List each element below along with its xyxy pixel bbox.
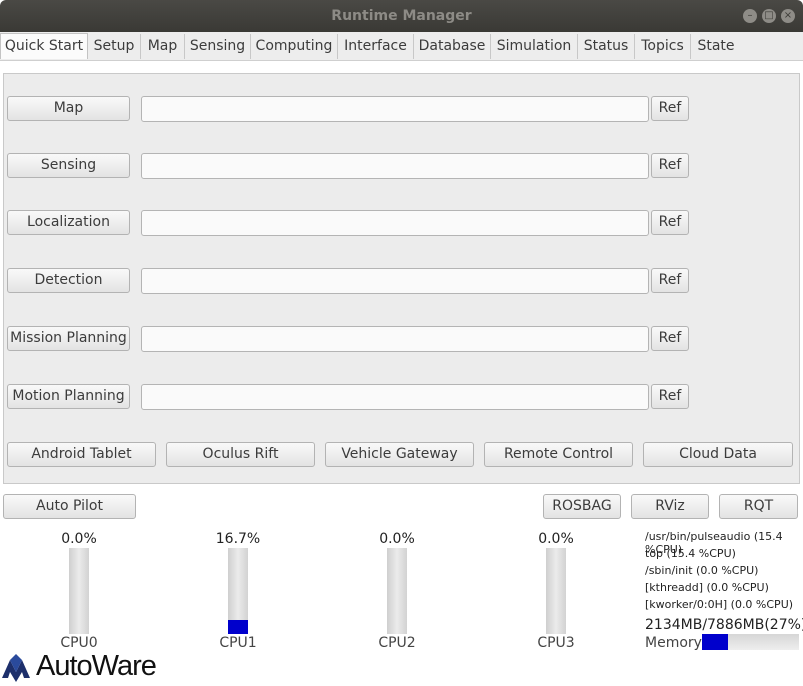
rosbag-button[interactable]: ROSBAG [543, 494, 621, 519]
android-tablet-button[interactable]: Android Tablet [7, 442, 156, 467]
sensing-path-field[interactable] [141, 153, 649, 179]
autoware-logo-icon [2, 654, 30, 682]
tab-map[interactable]: Map [141, 34, 185, 59]
mission-planning-ref-button[interactable]: Ref [651, 326, 689, 351]
map-button[interactable]: Map [7, 96, 130, 121]
autoware-logo: AutoWare [0, 650, 190, 685]
tab-topics[interactable]: Topics [635, 34, 691, 59]
tab-setup[interactable]: Setup [88, 34, 141, 59]
cpu1-bar [228, 548, 248, 634]
cpu0-percent: 0.0% [61, 531, 97, 547]
minimize-icon[interactable]: – [743, 9, 757, 23]
remote-control-button[interactable]: Remote Control [484, 442, 633, 467]
tab-simulation[interactable]: Simulation [491, 34, 578, 59]
process-item: top (15.4 %CPU) [645, 547, 736, 560]
map-ref-button[interactable]: Ref [651, 96, 689, 121]
cpu2-bar [387, 548, 407, 634]
cpu0-bar [69, 548, 89, 634]
process-item: /sbin/init (0.0 %CPU) [645, 564, 759, 577]
memory-bar-fill [702, 634, 729, 650]
auto-pilot-button[interactable]: Auto Pilot [3, 494, 136, 519]
cpu2-percent: 0.0% [379, 531, 415, 547]
map-path-field[interactable] [141, 96, 649, 122]
process-item: [kthreadd] (0.0 %CPU) [645, 581, 769, 594]
rviz-button[interactable]: RViz [631, 494, 709, 519]
tab-interface[interactable]: Interface [338, 34, 414, 59]
tab-computing[interactable]: Computing [251, 34, 338, 59]
motion-planning-button[interactable]: Motion Planning [7, 384, 130, 409]
sensing-button[interactable]: Sensing [7, 153, 130, 178]
memory-bar [702, 634, 799, 650]
memory-usage-text: 2134MB/7886MB(27%) [645, 617, 803, 633]
cpu0-label: CPU0 [60, 635, 98, 651]
cpu3-percent: 0.0% [538, 531, 574, 547]
cpu1-label: CPU1 [219, 635, 257, 651]
localization-button[interactable]: Localization [7, 210, 130, 235]
motion-planning-path-field[interactable] [141, 384, 649, 410]
memory-label: Memory [645, 635, 702, 651]
tab-database[interactable]: Database [414, 34, 491, 59]
vehicle-gateway-button[interactable]: Vehicle Gateway [325, 442, 474, 467]
rqt-button[interactable]: RQT [719, 494, 798, 519]
close-icon[interactable]: × [781, 9, 795, 23]
tab-bar: Quick Start Setup Map Sensing Computing … [0, 32, 803, 61]
motion-planning-ref-button[interactable]: Ref [651, 384, 689, 409]
detection-button[interactable]: Detection [7, 268, 130, 293]
cpu3-bar [546, 548, 566, 634]
mission-planning-button[interactable]: Mission Planning [7, 326, 130, 351]
cloud-data-button[interactable]: Cloud Data [643, 442, 793, 467]
localization-ref-button[interactable]: Ref [651, 210, 689, 235]
tab-sensing[interactable]: Sensing [185, 34, 251, 59]
oculus-rift-button[interactable]: Oculus Rift [166, 442, 315, 467]
localization-path-field[interactable] [141, 210, 649, 236]
cpu3-label: CPU3 [537, 635, 575, 651]
detection-ref-button[interactable]: Ref [651, 268, 689, 293]
window-title: Runtime Manager [331, 8, 472, 24]
cpu1-bar-fill [228, 619, 248, 634]
tab-status[interactable]: Status [578, 34, 635, 59]
mission-planning-path-field[interactable] [141, 326, 649, 352]
sensing-ref-button[interactable]: Ref [651, 153, 689, 178]
process-item: [kworker/0:0H] (0.0 %CPU) [645, 598, 794, 611]
tab-state[interactable]: State [691, 34, 741, 59]
cpu1-percent: 16.7% [215, 531, 261, 547]
autoware-logo-text: AutoWare [36, 650, 157, 682]
detection-path-field[interactable] [141, 268, 649, 294]
tab-quick-start[interactable]: Quick Start [0, 33, 88, 59]
title-bar: Runtime Manager – □ × [0, 0, 803, 32]
cpu2-label: CPU2 [378, 635, 416, 651]
maximize-icon[interactable]: □ [762, 9, 776, 23]
